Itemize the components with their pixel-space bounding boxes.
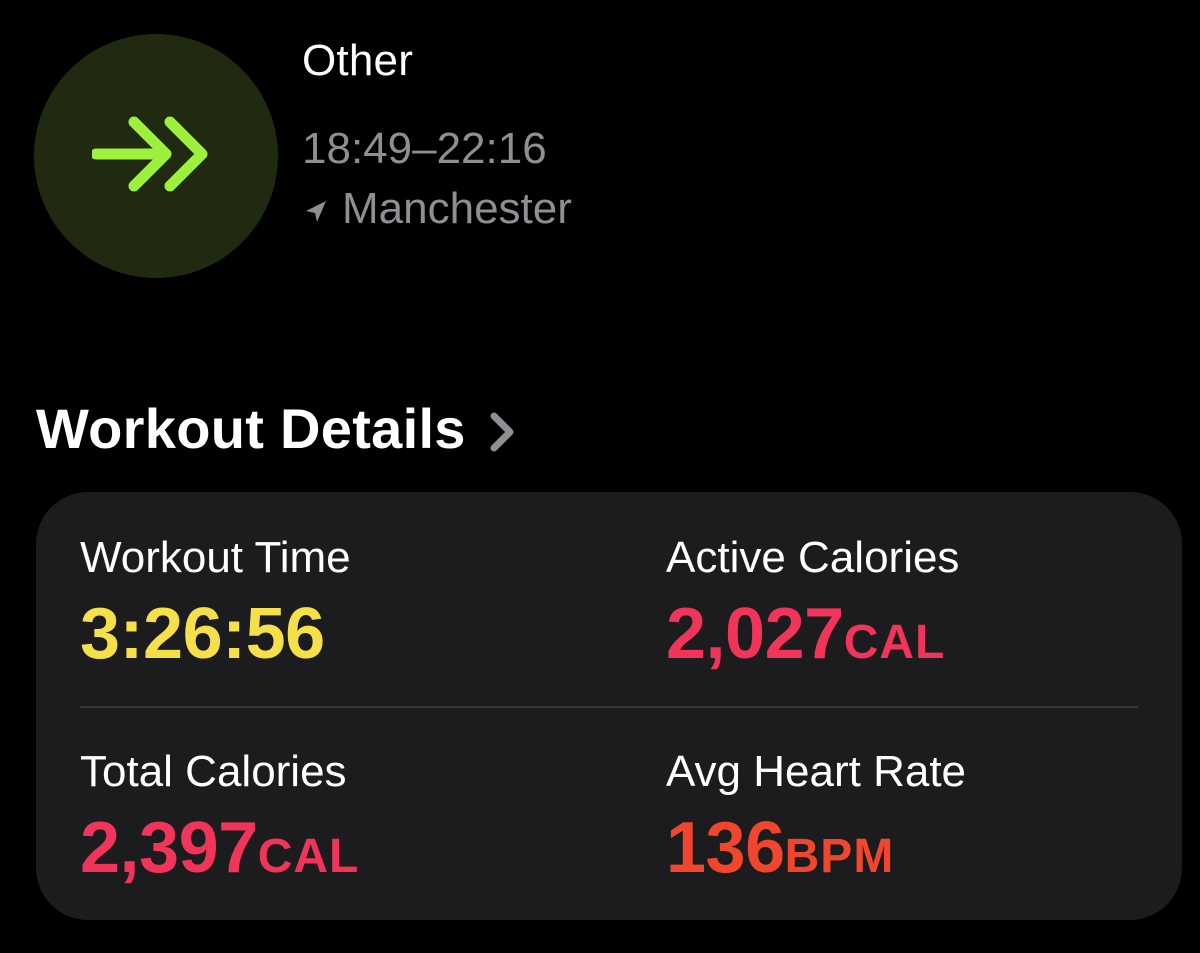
metric-value-line: 2,027CAL [666,598,1146,670]
double-chevron-right-icon [92,116,208,192]
metric-unit: CAL [257,830,360,883]
metric-value: 2,397 [80,808,258,888]
metric-value-line: 2,397CAL [80,812,560,884]
location-row: Manchester [302,184,572,234]
metric-workout-time: Workout Time 3:26:56 [80,533,560,671]
metric-value-line: 136BPM [666,812,1146,884]
card-divider [80,706,1138,708]
activity-type: Other [302,36,414,85]
metric-value: 3:26:56 [80,594,325,674]
workout-details-header[interactable]: Workout Details [36,396,516,461]
metric-unit: BPM [784,830,895,883]
workout-details-card[interactable]: Workout Time 3:26:56 Active Calories 2,0… [36,492,1182,920]
metric-label: Workout Time [80,533,351,582]
metric-total-calories: Total Calories 2,397CAL [80,747,560,885]
metric-value: 2,027 [666,594,844,674]
location-name: Manchester [342,184,572,233]
metric-label: Avg Heart Rate [666,747,967,796]
metric-label: Total Calories [80,747,347,796]
metric-label: Active Calories [666,533,960,582]
workout-time-range: 18:49–22:16 [302,124,547,173]
workout-type-badge [34,34,278,278]
chevron-right-icon [490,412,514,451]
metric-avg-heart-rate: Avg Heart Rate 136BPM [666,747,1146,885]
metric-active-calories: Active Calories 2,027CAL [666,533,1146,671]
metric-value-line: 3:26:56 [80,598,560,670]
metric-value: 136 [666,808,785,888]
metric-unit: CAL [843,616,946,669]
location-arrow-icon [306,201,326,222]
workout-summary-page: Other 18:49–22:16 Manchester Workout Det… [0,0,1200,953]
section-title: Workout Details [36,397,466,460]
